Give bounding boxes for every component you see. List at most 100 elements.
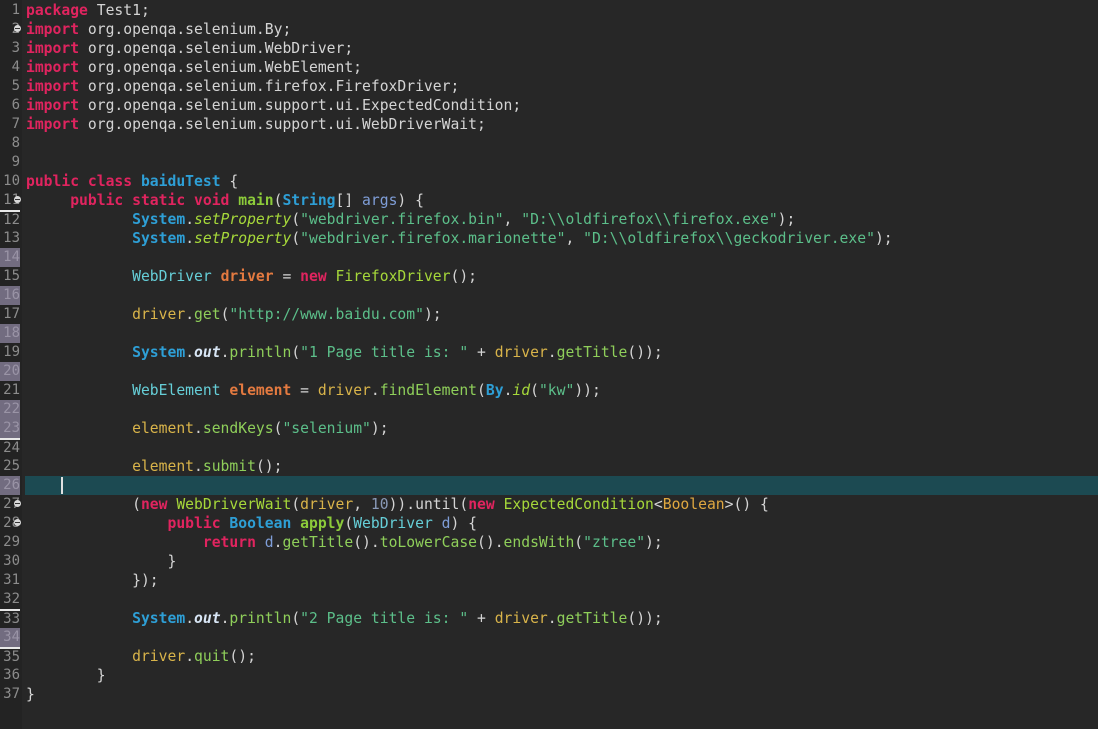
code-line[interactable]: 2import org.openqa.selenium.By; <box>0 20 1098 39</box>
code-token-ctype: WebDriverWait <box>176 496 292 513</box>
code-line[interactable]: 30 } <box>0 552 1098 571</box>
fold-collapse-icon[interactable] <box>14 196 21 203</box>
code-line[interactable]: 24 <box>0 438 1098 457</box>
code-token-plain: (). <box>477 534 504 551</box>
code-token-plain: . <box>185 610 195 627</box>
code-line[interactable]: 7 import org.openqa.selenium.support.ui.W… <box>0 115 1098 134</box>
code-token-plain: . <box>370 382 380 399</box>
code-token-plain: . <box>547 344 557 361</box>
code-line[interactable]: 29 return d.getTitle().toLowerCase().end… <box>0 533 1098 552</box>
code-text: import org.openqa.selenium.firefox.Firef… <box>26 77 459 96</box>
code-line[interactable]: 4 import org.openqa.selenium.WebElement; <box>0 58 1098 77</box>
code-line[interactable]: 10 public class baiduTest { <box>0 172 1098 191</box>
code-token-param: d <box>264 534 274 551</box>
code-line[interactable]: 16 <box>0 286 1098 305</box>
code-token-var: element <box>132 420 195 437</box>
current-code-line[interactable]: 26 <box>0 476 1098 495</box>
line-number: 17 <box>3 306 20 322</box>
code-line[interactable]: 9 <box>0 153 1098 172</box>
code-text: }); <box>26 571 159 590</box>
code-token-str: "2 Page title is: " <box>300 610 469 627</box>
code-token-meth: submit <box>202 458 256 475</box>
code-line[interactable]: 17 driver.get("http://www.baidu.com"); <box>0 305 1098 324</box>
code-line[interactable]: 12 System.setProperty("webdriver.firefox… <box>0 210 1098 229</box>
code-token-plain: ( <box>291 230 301 247</box>
code-line[interactable]: 23 element.sendKeys("selenium"); <box>0 419 1098 438</box>
code-line[interactable]: 14 <box>0 248 1098 267</box>
code-line[interactable]: 33 System.out.println("2 Page title is: … <box>0 609 1098 628</box>
fold-collapse-icon[interactable] <box>14 500 21 507</box>
code-line[interactable]: 32 <box>0 590 1098 609</box>
code-line[interactable]: 15 WebDriver driver = new FirefoxDriver(… <box>0 267 1098 286</box>
code-line[interactable]: 11 public static void main(String[] args… <box>0 191 1098 210</box>
code-line[interactable]: 6 import org.openqa.selenium.support.ui.E… <box>0 96 1098 115</box>
code-token-plain: + <box>468 344 495 361</box>
line-number: 37 <box>3 686 20 702</box>
code-token-plain: . <box>185 648 195 665</box>
code-token-var: driver <box>494 344 548 361</box>
code-line[interactable]: 27 (new WebDriverWait(driver, 10)).until… <box>0 495 1098 514</box>
code-token-field: out <box>194 610 221 627</box>
code-token-str: "ztree" <box>583 534 646 551</box>
line-number: 10 <box>3 173 20 189</box>
line-number: 4 <box>11 59 20 75</box>
code-line[interactable]: 34 <box>0 628 1098 647</box>
code-token-str: "1 Page title is: " <box>300 344 469 361</box>
line-number: 20 <box>0 362 20 381</box>
code-line[interactable]: 19 System.out.println("1 Page title is: … <box>0 343 1098 362</box>
code-token-plain: (); <box>450 268 478 285</box>
code-line[interactable]: 28 public Boolean apply(WebDriver d) { <box>0 514 1098 533</box>
code-line[interactable]: 31 }); <box>0 571 1098 590</box>
code-token-kw: public <box>167 515 221 532</box>
code-token-type: WebElement <box>132 382 221 399</box>
code-line[interactable]: 22 <box>0 400 1098 419</box>
code-line[interactable]: 25 element.submit(); <box>0 457 1098 476</box>
code-line[interactable]: 37} <box>0 685 1098 704</box>
code-text: System.out.println("2 Page title is: " +… <box>26 609 663 628</box>
fold-collapse-icon[interactable] <box>14 519 21 526</box>
code-line[interactable]: 5 import org.openqa.selenium.firefox.Fire… <box>0 77 1098 96</box>
code-token-cls: baiduTest <box>140 173 221 190</box>
code-token-plain: ); <box>370 420 389 437</box>
code-token-decl: element <box>229 382 292 399</box>
code-token-meth: sendKeys <box>202 420 274 437</box>
code-token-plain: . <box>185 306 195 323</box>
code-text: } <box>26 552 176 571</box>
code-line[interactable]: 36 } <box>0 666 1098 685</box>
code-text: public class baiduTest { <box>26 172 238 191</box>
code-line[interactable]: 20 <box>0 362 1098 381</box>
code-token-plain: } <box>26 686 35 703</box>
code-line[interactable]: 21 WebElement element = driver.findEleme… <box>0 381 1098 400</box>
fold-collapse-icon[interactable] <box>14 25 21 32</box>
code-token-plain: >() { <box>724 496 769 513</box>
code-text: public static void main(String[] args) { <box>26 191 424 210</box>
code-line[interactable]: 3 import org.openqa.selenium.WebDriver; <box>0 39 1098 58</box>
line-number: 35 <box>0 647 20 666</box>
code-token-plain: < <box>653 496 663 513</box>
code-token-plain: (); <box>229 648 256 665</box>
code-token-kw: import <box>26 116 80 133</box>
code-token-kw: import <box>26 78 80 95</box>
code-line[interactable]: 8 <box>0 134 1098 153</box>
code-text: } <box>26 685 35 704</box>
code-token-fn: apply <box>300 515 345 532</box>
code-token-plain: , <box>353 496 371 513</box>
code-line[interactable]: 13 System.setProperty("webdriver.firefox… <box>0 229 1098 248</box>
code-token-meth: getTitle <box>282 534 354 551</box>
code-token-plain: . <box>185 230 195 247</box>
code-token-kw: import <box>26 21 80 38</box>
code-token-var: driver <box>317 382 371 399</box>
code-token-var: driver <box>300 496 354 513</box>
code-line[interactable]: 35 driver.quit(); <box>0 647 1098 666</box>
code-token-kw: import <box>26 40 80 57</box>
code-token-plain: org.openqa.selenium.support.ui.WebDriver… <box>79 116 486 133</box>
code-line[interactable]: 18 <box>0 324 1098 343</box>
code-editor[interactable]: 1 package Test1;2import org.openqa.seleni… <box>0 1 1098 704</box>
code-line[interactable]: 1 package Test1; <box>0 1 1098 20</box>
